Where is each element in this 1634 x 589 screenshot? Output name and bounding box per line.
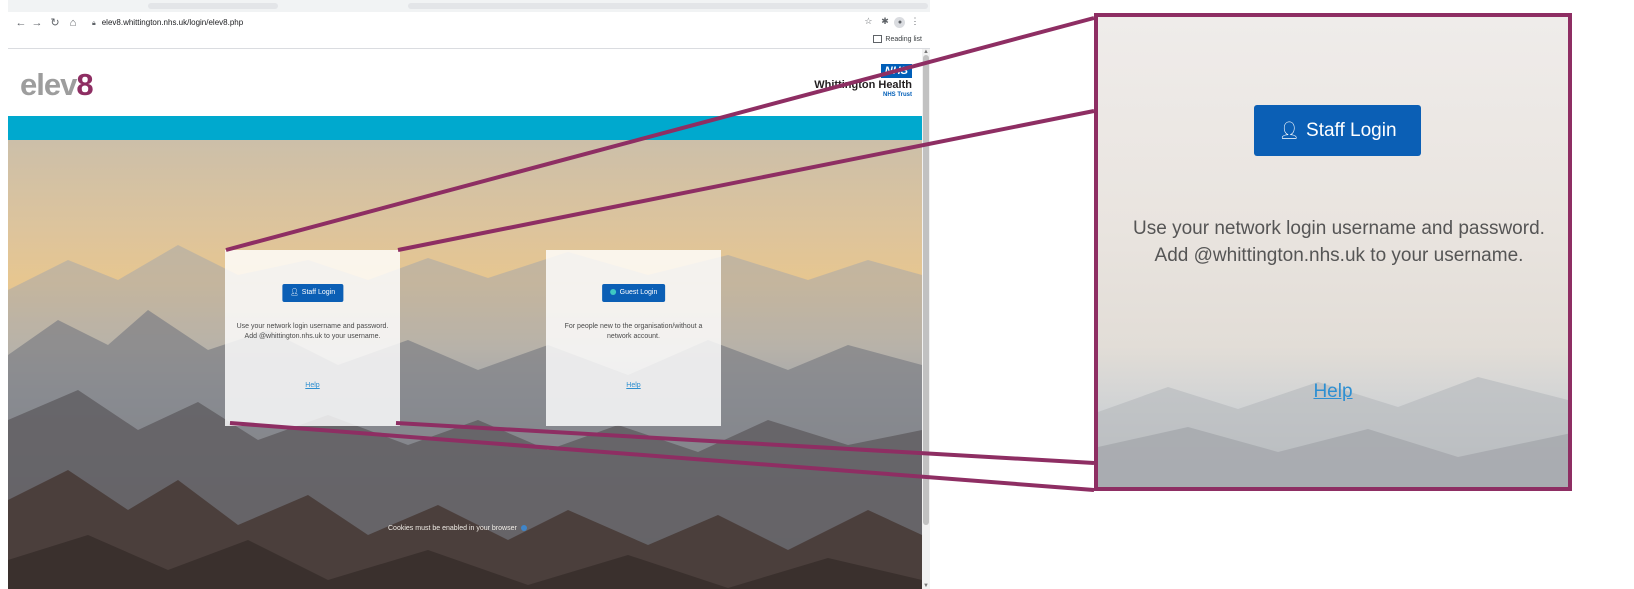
zoom-staff-login-button[interactable]: 👤︎ Staff Login — [1254, 105, 1421, 156]
zoom-staff-description: Use your network login username and pass… — [1133, 218, 1545, 266]
zoom-staff-login-label: Staff Login — [1306, 120, 1397, 141]
callout-line-top-left — [225, 16, 1095, 252]
user-icon: 👤︎ — [1278, 121, 1301, 140]
callout-line-top-right — [397, 109, 1095, 252]
zoom-help-link[interactable]: Help — [1098, 381, 1568, 403]
zoomed-staff-login-panel: 👤︎ Staff Login Use your network login use… — [1094, 13, 1572, 491]
